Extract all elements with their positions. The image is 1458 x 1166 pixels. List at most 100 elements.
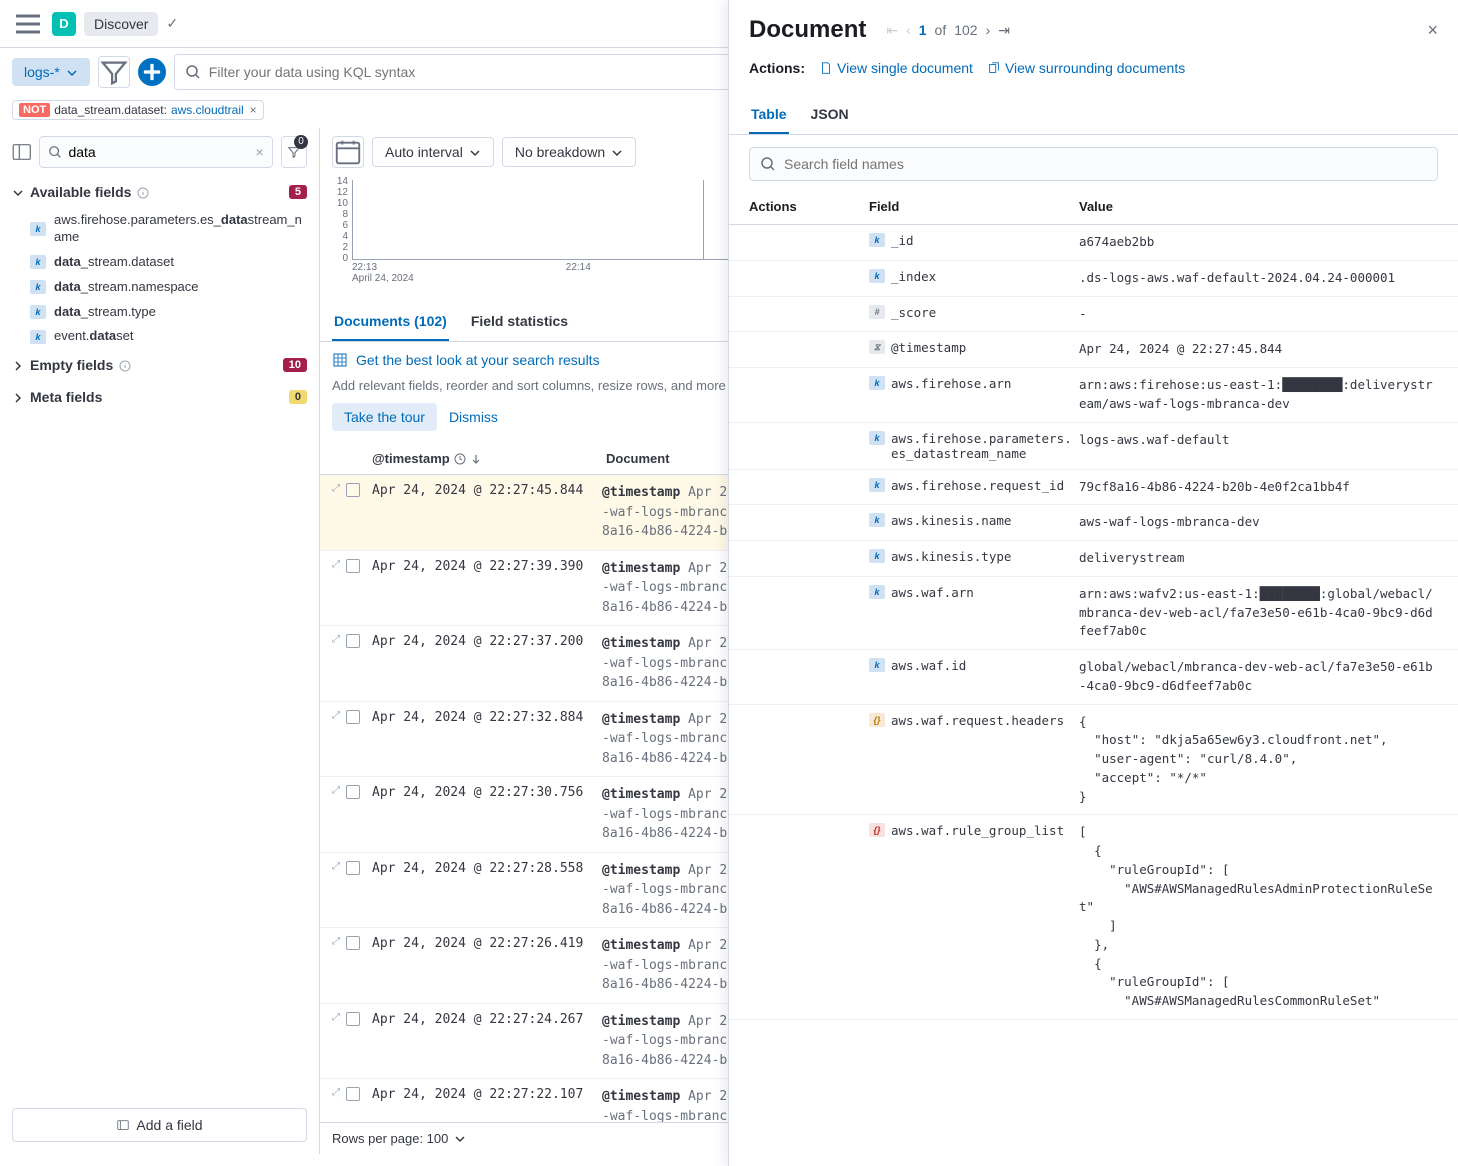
chevron-right-icon xyxy=(12,359,24,371)
keyword-type-icon: k xyxy=(30,222,46,236)
doc-field-row[interactable]: kaws.waf.idglobal/webacl/mbranca-dev-web… xyxy=(729,650,1458,705)
expand-icon[interactable]: ⤢ xyxy=(332,936,340,947)
expand-icon[interactable]: ⤢ xyxy=(332,861,340,872)
row-checkbox[interactable] xyxy=(346,710,360,724)
field-search-input[interactable] xyxy=(68,144,249,160)
tab-documents[interactable]: Documents (102) xyxy=(332,303,449,341)
field-type-icon: k xyxy=(869,431,885,445)
doc-field-row[interactable]: {}aws.waf.rule_group_list[ { "ruleGroupI… xyxy=(729,815,1458,1020)
chevron-down-icon xyxy=(469,146,481,158)
chevron-down-icon[interactable]: ✓ xyxy=(166,15,178,32)
info-icon xyxy=(119,359,131,371)
row-checkbox[interactable] xyxy=(346,483,360,497)
index-icon xyxy=(116,1118,130,1132)
field-search[interactable]: × xyxy=(39,136,272,168)
take-tour-button[interactable]: Take the tour xyxy=(332,403,437,431)
field-type-icon: k xyxy=(869,658,885,672)
doc-search-input[interactable] xyxy=(784,156,1427,172)
filter-chip[interactable]: NOT data_stream.dataset: aws.cloudtrail … xyxy=(12,100,264,120)
field-type-icon: k xyxy=(869,513,885,527)
keyword-type-icon: k xyxy=(30,305,46,319)
field-item[interactable]: kevent.dataset xyxy=(0,324,319,349)
field-item[interactable]: kdata_stream.type xyxy=(0,300,319,325)
doc-field-row[interactable]: ⧖@timestampApr 24, 2024 @ 22:27:45.844 xyxy=(729,332,1458,368)
menu-icon[interactable] xyxy=(12,8,44,40)
expand-icon[interactable]: ⤢ xyxy=(332,634,340,645)
expand-icon[interactable]: ⤢ xyxy=(332,483,340,494)
field-type-icon: {} xyxy=(869,713,885,727)
document-icon xyxy=(819,61,833,75)
arrow-down-icon[interactable] xyxy=(470,453,482,465)
add-field-button[interactable]: Add a field xyxy=(12,1108,307,1142)
pager-prev-icon[interactable]: ‹ xyxy=(906,22,911,38)
doc-field-search[interactable] xyxy=(749,147,1438,181)
field-type-icon: {} xyxy=(869,823,885,837)
chevron-down-icon xyxy=(611,146,623,158)
interval-dropdown[interactable]: Auto interval xyxy=(372,137,494,167)
field-filter-button[interactable]: 0 xyxy=(281,136,307,168)
view-surrounding-documents-link[interactable]: View surrounding documents xyxy=(987,60,1185,76)
row-checkbox[interactable] xyxy=(346,861,360,875)
field-type-icon: k xyxy=(869,478,885,492)
flyout-title: Document xyxy=(749,16,866,44)
document-flyout: Document ⇤ ‹ 1 of 102 › ⇥ × Actions: Vie… xyxy=(728,0,1458,1166)
keyword-type-icon: k xyxy=(30,255,46,269)
doc-field-row[interactable]: kaws.kinesis.typedeliverystream xyxy=(729,541,1458,577)
field-item[interactable]: kaws.firehose.parameters.es_datastream_n… xyxy=(0,208,319,250)
breakdown-dropdown[interactable]: No breakdown xyxy=(502,137,636,167)
sidebar-toggle-icon[interactable] xyxy=(12,140,31,164)
doc-field-row[interactable]: kaws.firehose.parameters.es_datastream_n… xyxy=(729,423,1458,470)
close-icon[interactable]: × xyxy=(1427,20,1438,41)
row-checkbox[interactable] xyxy=(346,559,360,573)
dismiss-link[interactable]: Dismiss xyxy=(449,409,498,425)
info-icon xyxy=(137,186,149,198)
row-checkbox[interactable] xyxy=(346,1012,360,1026)
meta-fields-header[interactable]: Meta fields 0 xyxy=(0,381,319,413)
doc-field-row[interactable]: kaws.firehose.request_id79cf8a16-4b86-42… xyxy=(729,470,1458,506)
field-item[interactable]: kdata_stream.dataset xyxy=(0,250,319,275)
calendar-icon-btn[interactable] xyxy=(332,136,364,168)
field-type-icon: ⧖ xyxy=(869,340,885,354)
expand-icon[interactable]: ⤢ xyxy=(332,710,340,721)
keyword-type-icon: k xyxy=(30,330,46,344)
doc-field-row[interactable]: k_index.ds-logs-aws.waf-default-2024.04.… xyxy=(729,261,1458,297)
pager-next-icon[interactable]: › xyxy=(986,22,991,38)
expand-icon[interactable]: ⤢ xyxy=(332,1087,340,1098)
available-fields-header[interactable]: Available fields 5 xyxy=(0,176,319,208)
tab-json[interactable]: JSON xyxy=(809,96,851,134)
doc-field-row[interactable]: kaws.kinesis.nameaws-waf-logs-mbranca-de… xyxy=(729,505,1458,541)
tab-field-statistics[interactable]: Field statistics xyxy=(469,303,570,341)
field-type-icon: # xyxy=(869,305,885,319)
field-item[interactable]: kdata_stream.namespace xyxy=(0,275,319,300)
pager-first-icon[interactable]: ⇤ xyxy=(886,22,898,39)
empty-fields-header[interactable]: Empty fields 10 xyxy=(0,349,319,381)
tab-table[interactable]: Table xyxy=(749,96,789,134)
app-badge: D xyxy=(52,12,76,36)
search-icon xyxy=(48,145,62,159)
view-single-document-link[interactable]: View single document xyxy=(819,60,973,76)
doc-field-row[interactable]: kaws.firehose.arnarn:aws:firehose:us-eas… xyxy=(729,368,1458,423)
row-checkbox[interactable] xyxy=(346,634,360,648)
app-name[interactable]: Discover xyxy=(84,12,158,36)
filter-icon-btn[interactable] xyxy=(98,56,130,88)
callout-title: Get the best look at your search results xyxy=(356,352,600,368)
expand-icon[interactable]: ⤢ xyxy=(332,559,340,570)
row-checkbox[interactable] xyxy=(346,1087,360,1101)
doc-field-row[interactable]: k_ida674aeb2bb xyxy=(729,225,1458,261)
expand-icon[interactable]: ⤢ xyxy=(332,785,340,796)
row-checkbox[interactable] xyxy=(346,785,360,799)
doc-field-row[interactable]: {}aws.waf.request.headers{ "host": "dkja… xyxy=(729,705,1458,816)
doc-field-row[interactable]: #_score- xyxy=(729,297,1458,333)
add-filter-icon-btn[interactable] xyxy=(138,58,166,86)
row-checkbox[interactable] xyxy=(346,936,360,950)
field-type-icon: k xyxy=(869,376,885,390)
doc-field-row[interactable]: kaws.waf.arnarn:aws:wafv2:us-east-1:████… xyxy=(729,577,1458,650)
dataview-selector[interactable]: logs-* xyxy=(12,58,90,86)
pager-last-icon[interactable]: ⇥ xyxy=(998,22,1010,39)
documents-icon xyxy=(987,61,1001,75)
expand-icon[interactable]: ⤢ xyxy=(332,1012,340,1023)
remove-filter-icon[interactable]: × xyxy=(250,103,257,117)
field-type-icon: k xyxy=(869,269,885,283)
clear-icon[interactable]: × xyxy=(255,144,263,160)
field-type-icon: k xyxy=(869,585,885,599)
